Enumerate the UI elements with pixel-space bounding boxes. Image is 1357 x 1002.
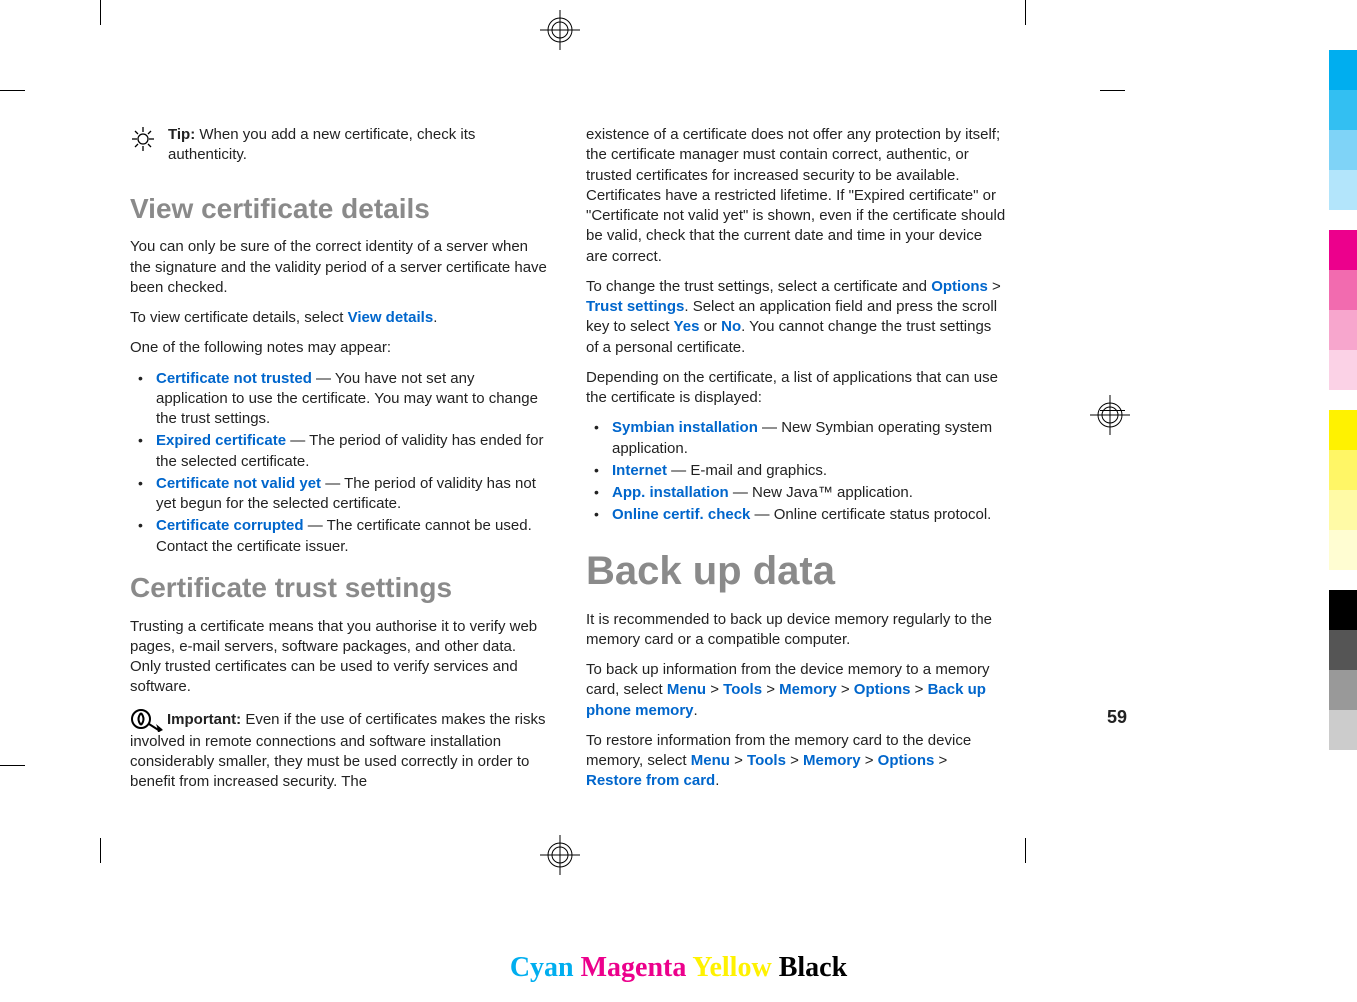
label-cyan: Cyan (510, 952, 574, 983)
paragraph: To restore information from the memory c… (586, 731, 1006, 792)
crop-mark (1100, 90, 1125, 91)
swatch (1329, 350, 1357, 390)
crop-mark (0, 765, 25, 766)
ui-term: Tools (747, 752, 786, 769)
list-item: Certificate not trusted — You have not s… (130, 369, 550, 430)
tip-icon (130, 125, 156, 176)
swatch-spacer (1329, 390, 1357, 410)
paragraph: existence of a certificate does not offe… (586, 125, 1006, 267)
tip-block: Tip: When you add a new certificate, che… (130, 125, 550, 176)
ui-term: Restore from card (586, 772, 715, 789)
swatch (1329, 170, 1357, 210)
registration-mark-icon (1090, 395, 1130, 435)
important-icon (130, 708, 163, 732)
ui-term: Options (878, 752, 935, 769)
crop-mark (0, 90, 25, 91)
swatch (1329, 310, 1357, 350)
page-number: 59 (1107, 705, 1127, 729)
swatch-spacer (1329, 570, 1357, 590)
ui-term: Symbian installation (612, 419, 758, 436)
crop-mark (1025, 838, 1026, 863)
ui-term: Menu (691, 752, 730, 769)
registration-mark-icon (540, 10, 580, 50)
list-item: Expired certificate — The period of vali… (130, 431, 550, 472)
ui-term: Expired certificate (156, 432, 286, 449)
ui-term: Tools (723, 681, 762, 698)
ui-term: Trust settings (586, 298, 684, 315)
swatch (1329, 90, 1357, 130)
paragraph: It is recommended to back up device memo… (586, 610, 1006, 651)
paragraph: To view certificate details, select View… (130, 308, 550, 328)
applications-list: Symbian installation — New Symbian opera… (586, 418, 1006, 525)
tip-text: Tip: When you add a new certificate, che… (168, 125, 550, 166)
ui-term: Memory (803, 752, 861, 769)
crop-mark (100, 0, 101, 25)
ui-term: View details (348, 309, 434, 326)
registration-mark-icon (540, 835, 580, 875)
heading-back-up-data: Back up data (586, 544, 1006, 598)
ui-term: Certificate not trusted (156, 370, 312, 387)
ui-term: Options (931, 278, 988, 295)
paragraph: You can only be sure of the correct iden… (130, 237, 550, 298)
list-item: Symbian installation — New Symbian opera… (586, 418, 1006, 459)
ui-term: Certificate not valid yet (156, 475, 321, 492)
paragraph: One of the following notes may appear: (130, 338, 550, 358)
swatch (1329, 490, 1357, 530)
list-item: Certificate not valid yet — The period o… (130, 474, 550, 515)
crop-mark (1025, 0, 1026, 25)
important-label: Important: (167, 711, 241, 728)
important-block: Important: Even if the use of certificat… (130, 708, 550, 793)
paragraph: Trusting a certificate means that you au… (130, 617, 550, 698)
swatch-magenta (1329, 230, 1357, 270)
swatch-yellow (1329, 410, 1357, 450)
left-column: Tip: When you add a new certificate, che… (130, 125, 550, 802)
ui-term: Menu (667, 681, 706, 698)
tip-label: Tip: (168, 126, 195, 143)
ui-term: Internet (612, 462, 667, 479)
ui-term: Options (854, 681, 911, 698)
list-item: App. installation — New Java™ applicatio… (586, 483, 1006, 503)
swatch-spacer (1329, 210, 1357, 230)
swatch (1329, 530, 1357, 570)
list-item: Internet — E-mail and graphics. (586, 461, 1006, 481)
crop-mark (100, 838, 101, 863)
paragraph: To back up information from the device m… (586, 660, 1006, 721)
heading-view-certificate-details: View certificate details (130, 190, 550, 228)
paragraph: To change the trust settings, select a c… (586, 277, 1006, 358)
swatch-cyan (1329, 50, 1357, 90)
swatch (1329, 130, 1357, 170)
swatch-black (1329, 590, 1357, 630)
swatch (1329, 630, 1357, 670)
notes-list: Certificate not trusted — You have not s… (130, 369, 550, 557)
swatch (1329, 270, 1357, 310)
swatch (1329, 670, 1357, 710)
label-yellow: Yellow (692, 952, 771, 983)
cmyk-label: Cyan Magenta Yellow Black (0, 949, 1357, 987)
ui-term: Yes (674, 318, 700, 335)
heading-certificate-trust-settings: Certificate trust settings (130, 569, 550, 607)
color-bars (1329, 50, 1357, 750)
ui-term: Certificate corrupted (156, 517, 304, 534)
list-item: Certificate corrupted — The certificate … (130, 516, 550, 557)
swatch (1329, 450, 1357, 490)
list-item: Online certif. check — Online certificat… (586, 505, 1006, 525)
ui-term: No (721, 318, 741, 335)
label-black: Black (779, 952, 847, 983)
right-column: existence of a certificate does not offe… (586, 125, 1006, 802)
paragraph: Depending on the certificate, a list of … (586, 368, 1006, 409)
ui-term: Online certif. check (612, 506, 750, 523)
page-content: Tip: When you add a new certificate, che… (130, 125, 1090, 802)
swatch (1329, 710, 1357, 750)
label-magenta: Magenta (581, 952, 687, 983)
ui-term: App. installation (612, 484, 729, 501)
ui-term: Memory (779, 681, 837, 698)
